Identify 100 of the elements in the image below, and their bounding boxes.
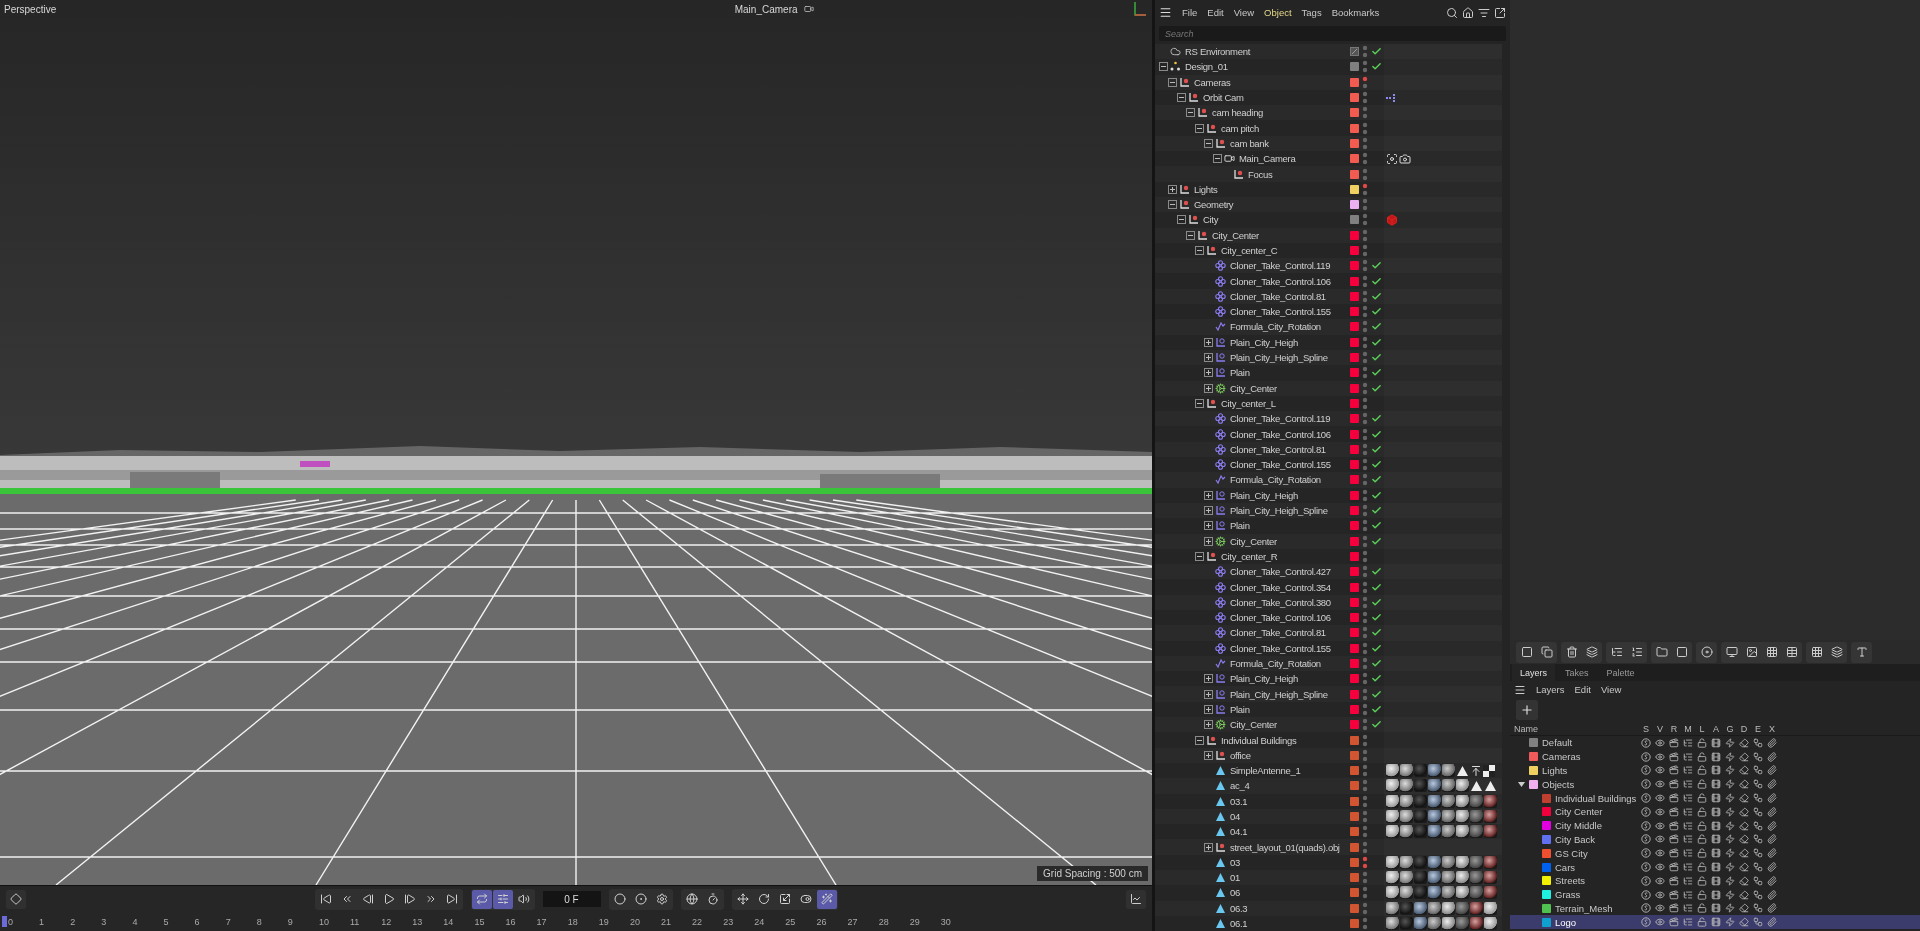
camera-name: Main_Camera <box>734 3 798 15</box>
layer-name[interactable]: Objects <box>1542 778 1575 790</box>
layer-row[interactable]: City Middle <box>1510 818 1920 833</box>
column-header: M <box>1683 723 1693 734</box>
menu-item[interactable]: View <box>1233 7 1255 18</box>
frame-number: 4 <box>132 916 139 927</box>
frame-number: 16 <box>505 916 517 927</box>
object-name[interactable]: Plain_City_Heigh_Spline <box>1230 352 1328 364</box>
object-name[interactable]: Lights <box>1194 183 1218 195</box>
object-name[interactable]: Focus <box>1248 168 1273 180</box>
object-name[interactable]: Main_Camera <box>1239 153 1296 165</box>
object-name[interactable]: Plain <box>1230 520 1250 532</box>
layer-name[interactable]: Streets <box>1555 875 1586 887</box>
object-name[interactable]: Individual Buildings <box>1221 734 1297 746</box>
layer-row[interactable]: Cameras <box>1510 749 1920 764</box>
object-name[interactable]: Plain_City_Heigh <box>1230 336 1299 348</box>
frame-number: 18 <box>567 916 579 927</box>
layer-name[interactable]: Cameras <box>1542 751 1581 763</box>
layer-row[interactable]: Grass <box>1510 887 1920 902</box>
object-name[interactable]: 04 <box>1230 811 1240 822</box>
frame-number: 24 <box>754 916 766 927</box>
object-name[interactable]: Formula_City_Rotation <box>1230 658 1321 669</box>
menu-item[interactable]: View <box>1600 684 1622 695</box>
object-name[interactable]: 04.1 <box>1230 826 1248 838</box>
layer-name[interactable]: GS City <box>1555 847 1588 859</box>
layer-row[interactable]: Cars <box>1510 860 1920 874</box>
object-name[interactable]: Plain_City_Heigh_Spline <box>1230 505 1328 517</box>
object-name[interactable]: City_center_R <box>1221 550 1278 562</box>
frame-number: 11 <box>350 916 361 927</box>
layer-row[interactable]: Objects <box>1510 777 1920 792</box>
frame-field[interactable]: 0 F <box>542 891 601 907</box>
layer-name[interactable]: Cars <box>1555 861 1576 873</box>
layer-row[interactable]: Individual Buildings <box>1510 791 1920 805</box>
layer-row[interactable]: Default <box>1510 736 1920 750</box>
object-name[interactable]: City_Center <box>1230 719 1277 731</box>
layer-name[interactable]: Grass <box>1555 889 1581 901</box>
frame-number: 10 <box>318 916 330 927</box>
tab[interactable]: Layers <box>1512 664 1555 681</box>
object-name[interactable]: 06.3 <box>1230 902 1248 914</box>
object-name[interactable]: 01 <box>1230 872 1240 884</box>
object-name[interactable]: Plain_City_Heigh <box>1230 673 1299 685</box>
object-name[interactable]: 06 <box>1230 887 1240 899</box>
layer-row[interactable]: City Center <box>1510 805 1920 819</box>
layer-name[interactable]: Terrain_Mesh <box>1555 902 1613 914</box>
menu-item[interactable]: Edit <box>1574 684 1591 695</box>
menu-item[interactable]: File <box>1182 7 1198 18</box>
object-name[interactable]: 06.1 <box>1230 918 1248 930</box>
menu-item[interactable]: Object <box>1264 7 1292 18</box>
object-name[interactable]: City_center_C <box>1221 245 1278 256</box>
frame-number: 22 <box>692 916 704 927</box>
layer-name[interactable]: Logo <box>1555 916 1577 928</box>
object-name[interactable]: City_Center <box>1212 229 1259 241</box>
tab[interactable]: Palette <box>1598 664 1643 681</box>
layer-name[interactable]: City Middle <box>1555 820 1602 832</box>
object-name[interactable]: office <box>1230 749 1251 761</box>
object-name[interactable]: 03 <box>1230 856 1240 868</box>
object-name[interactable]: RS Environment <box>1185 46 1250 58</box>
layer-name[interactable]: Individual Buildings <box>1555 792 1637 804</box>
column-header: L <box>1698 723 1706 734</box>
column-header: E <box>1754 723 1762 734</box>
object-name[interactable]: cam heading <box>1212 107 1264 119</box>
layer-row[interactable]: Lights <box>1510 763 1920 778</box>
object-name[interactable]: ac_4 <box>1230 780 1250 792</box>
layer-row[interactable]: GS City <box>1510 846 1920 861</box>
object-name[interactable]: 03.1 <box>1230 795 1248 807</box>
layer-name[interactable]: Lights <box>1542 765 1568 776</box>
layer-name[interactable]: City Back <box>1555 833 1596 845</box>
object-name[interactable]: Plain <box>1230 703 1250 715</box>
layer-row[interactable]: Logo <box>1510 915 1920 930</box>
layer-name[interactable]: City Center <box>1555 806 1603 818</box>
menu-item[interactable]: Edit <box>1207 7 1224 18</box>
layer-row[interactable]: Terrain_Mesh <box>1510 901 1920 916</box>
frame-number: 13 <box>412 916 424 927</box>
object-name[interactable]: cam bank <box>1230 137 1269 149</box>
frame-number: 25 <box>785 916 797 927</box>
search-field[interactable]: Search <box>1159 26 1506 41</box>
object-name[interactable]: Design_01 <box>1185 61 1228 73</box>
object-name[interactable]: Geometry <box>1194 199 1234 211</box>
object-name[interactable]: Formula_City_Rotation <box>1230 474 1321 486</box>
object-name[interactable]: Cloner_Take_Control.81 <box>1230 290 1326 302</box>
object-name[interactable]: Cameras <box>1194 76 1231 88</box>
object-name[interactable]: City_Center <box>1230 382 1277 394</box>
object-name[interactable]: Plain_City_Heigh <box>1230 489 1299 501</box>
object-name[interactable]: Orbit Cam <box>1203 92 1244 104</box>
object-name[interactable]: City_center_L <box>1221 397 1276 409</box>
layer-row[interactable]: City Back <box>1510 832 1920 847</box>
column-header: G <box>1725 723 1735 734</box>
object-name[interactable]: SimpleAntenne_1 <box>1230 765 1301 777</box>
tab[interactable]: Takes <box>1557 664 1597 681</box>
frame-number: 20 <box>629 916 641 927</box>
layer-name[interactable]: Default <box>1542 737 1573 749</box>
menu-item[interactable]: Tags <box>1301 7 1322 18</box>
object-name[interactable]: Plain <box>1230 367 1250 379</box>
object-name[interactable]: City <box>1203 214 1219 226</box>
layer-row[interactable]: Streets <box>1510 873 1920 888</box>
object-name[interactable]: City_Center <box>1230 535 1277 547</box>
object-name[interactable]: Formula_City_Rotation <box>1230 321 1321 333</box>
object-name[interactable]: cam pitch <box>1221 122 1259 134</box>
menu-item[interactable]: Layers <box>1536 684 1565 695</box>
menu-item[interactable]: Bookmarks <box>1331 7 1380 18</box>
